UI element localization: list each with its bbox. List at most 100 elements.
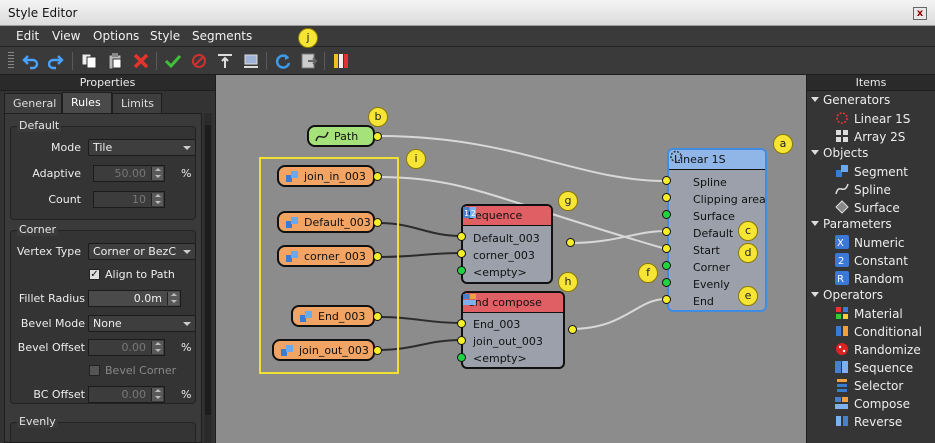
item-reverse[interactable]: Reverse: [835, 414, 902, 429]
path-output-port[interactable]: [373, 132, 382, 141]
close-button[interactable]: x: [913, 7, 927, 20]
category-parameters[interactable]: Parameters: [811, 217, 892, 231]
align-top-icon[interactable]: [216, 52, 234, 70]
vertex-type-select[interactable]: Corner or BezC: [88, 243, 196, 260]
undo-icon[interactable]: [22, 52, 40, 70]
path-node[interactable]: Path: [307, 125, 375, 147]
linear-input-port[interactable]: [662, 295, 671, 304]
adaptive-spinner[interactable]: 50.00: [93, 165, 165, 182]
properties-icon[interactable]: [332, 52, 350, 70]
default-node[interactable]: Default_003: [277, 211, 375, 233]
spinner-arrows-icon[interactable]: [151, 193, 163, 206]
join-out-output-port[interactable]: [373, 346, 382, 355]
item-compose[interactable]: Compose: [835, 396, 910, 411]
end-compose-input-port[interactable]: [457, 336, 466, 345]
tab-limits[interactable]: Limits: [112, 93, 162, 113]
sequence-input-port[interactable]: [457, 232, 466, 241]
spinner-arrows-icon[interactable]: [167, 292, 179, 305]
corner-output-port[interactable]: [373, 252, 382, 261]
copy-icon[interactable]: [80, 52, 98, 70]
chevron-down-icon: [183, 322, 191, 326]
segment-icon: [836, 165, 848, 177]
category-generators[interactable]: Generators: [811, 93, 890, 107]
sequence-output-port[interactable]: [566, 238, 575, 247]
properties-scrollbar[interactable]: [204, 113, 212, 443]
item-material[interactable]: Material: [835, 306, 903, 321]
item-spline[interactable]: Spline: [835, 182, 891, 197]
spinner-arrows-icon[interactable]: [151, 341, 163, 354]
linear-row: Corner: [693, 261, 731, 274]
category-objects[interactable]: Objects: [811, 146, 868, 160]
bevel-mode-select[interactable]: None: [88, 315, 196, 332]
item-segment[interactable]: Segment: [835, 164, 908, 179]
expand-arrow-icon[interactable]: [811, 221, 819, 226]
expand-arrow-icon[interactable]: [811, 97, 819, 102]
sequence-input-port[interactable]: [457, 249, 466, 258]
bevel-offset-spinner[interactable]: 0.00: [88, 339, 165, 356]
end-compose-input-port[interactable]: [457, 319, 466, 328]
menu-segments[interactable]: Segments: [192, 29, 252, 43]
spinner-arrows-icon[interactable]: [151, 167, 163, 180]
delete-icon[interactable]: [132, 52, 150, 70]
expand-arrow-icon[interactable]: [811, 150, 819, 155]
sequence-node[interactable]: 12 Sequence Default_003 corner_003 <empt…: [461, 204, 553, 284]
end-node[interactable]: End_003: [291, 305, 375, 327]
category-operators[interactable]: Operators: [811, 288, 883, 302]
spinner-arrows-icon[interactable]: [151, 388, 163, 401]
menu-edit[interactable]: Edit: [16, 29, 39, 43]
linear-input-port[interactable]: [662, 210, 671, 219]
align-bottom-icon[interactable]: [242, 52, 260, 70]
menu-view[interactable]: View: [52, 29, 80, 43]
linear-input-port[interactable]: [662, 193, 671, 202]
toolbar-grip[interactable]: [8, 52, 14, 70]
graph-canvas[interactable]: Path join_in_003 Default_003 corner_003 …: [216, 75, 806, 443]
join-out-node[interactable]: join_out_003: [272, 339, 375, 361]
item-random[interactable]: R Random: [835, 271, 904, 286]
callout-h: h: [558, 272, 578, 292]
export-icon[interactable]: [300, 52, 318, 70]
tab-rules[interactable]: Rules: [62, 92, 112, 113]
scrollbar-thumb[interactable]: [205, 125, 211, 415]
end-compose-input-port[interactable]: [457, 353, 466, 362]
default-output-port[interactable]: [373, 218, 382, 227]
selector-icon: [837, 379, 847, 392]
end-compose-output-port[interactable]: [568, 325, 577, 334]
mode-select[interactable]: Tile: [88, 139, 196, 156]
redo-icon[interactable]: [46, 52, 64, 70]
sequence-input-port[interactable]: [457, 266, 466, 275]
item-selector[interactable]: Selector: [835, 378, 903, 393]
linear-input-port[interactable]: [662, 227, 671, 236]
item-linear-1s[interactable]: Linear 1S: [835, 111, 910, 126]
item-randomize[interactable]: Randomize: [835, 342, 921, 357]
expand-arrow-icon[interactable]: [811, 292, 819, 297]
linear-input-port[interactable]: [662, 244, 671, 253]
menu-options[interactable]: Options: [93, 29, 139, 43]
paste-icon[interactable]: [106, 52, 124, 70]
end-output-port[interactable]: [373, 312, 382, 321]
item-surface[interactable]: Surface: [835, 200, 900, 215]
join-in-node[interactable]: join_in_003: [277, 165, 375, 187]
align-to-path-checkbox[interactable]: ✓: [89, 269, 100, 280]
end-compose-node[interactable]: end compose End_003 join_out_003 <empty>: [461, 291, 565, 369]
stop-icon[interactable]: [190, 52, 208, 70]
corner-node[interactable]: corner_003: [277, 245, 375, 267]
bevel-corner-checkbox[interactable]: [89, 365, 100, 376]
linear-input-port[interactable]: [662, 261, 671, 270]
menu-style[interactable]: Style: [150, 29, 180, 43]
bc-offset-spinner[interactable]: 0.00: [88, 386, 165, 403]
fillet-radius-spinner[interactable]: 0.0m: [88, 290, 181, 307]
array-icon: [836, 130, 848, 142]
apply-icon[interactable]: [164, 52, 182, 70]
tab-general[interactable]: General: [4, 93, 62, 113]
item-array-2s[interactable]: Array 2S: [835, 129, 905, 144]
refresh-icon[interactable]: [274, 52, 292, 70]
linear-input-port[interactable]: [662, 176, 671, 185]
linear-input-port[interactable]: [662, 278, 671, 287]
item-conditional[interactable]: Conditional: [835, 324, 922, 339]
join-in-output-port[interactable]: [373, 172, 382, 181]
count-spinner[interactable]: 10: [93, 191, 165, 208]
item-numeric[interactable]: X Numeric: [835, 235, 905, 250]
item-sequence[interactable]: Sequence: [835, 360, 913, 375]
item-constant[interactable]: 2 Constant: [835, 253, 908, 268]
corner-group-title: Corner: [17, 223, 59, 236]
